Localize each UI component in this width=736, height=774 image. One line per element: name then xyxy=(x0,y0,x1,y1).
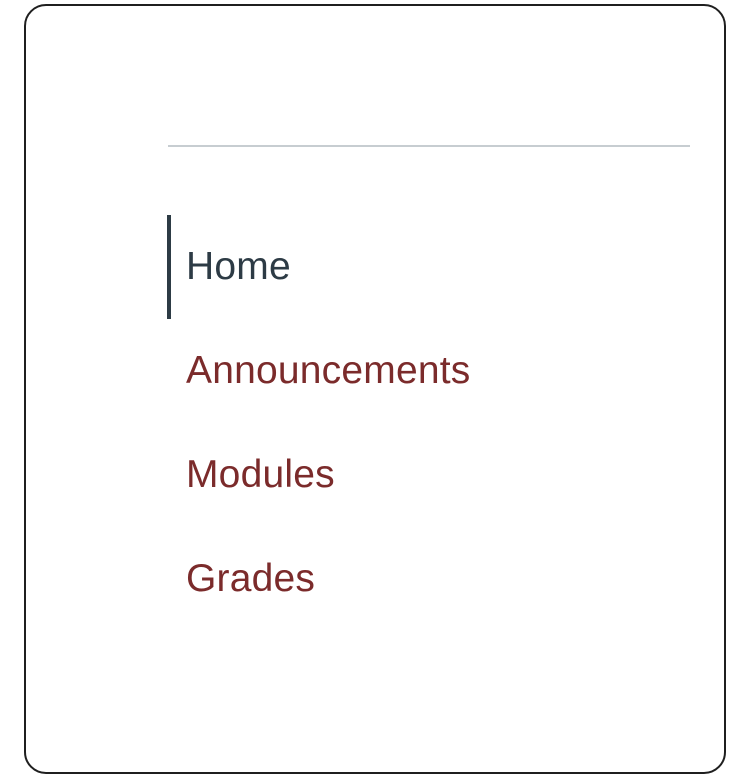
divider xyxy=(168,145,690,147)
nav-item-label: Grades xyxy=(186,557,316,600)
nav-item-home[interactable]: Home xyxy=(167,215,687,319)
nav-item-modules[interactable]: Modules xyxy=(167,423,687,527)
course-nav-list: Home Announcements Modules Grades xyxy=(167,215,687,631)
course-navigation-panel: Home Announcements Modules Grades xyxy=(24,4,726,774)
nav-item-announcements[interactable]: Announcements xyxy=(167,319,687,423)
nav-item-label: Home xyxy=(186,245,291,288)
nav-item-label: Announcements xyxy=(186,349,471,392)
nav-item-label: Modules xyxy=(186,453,335,496)
nav-item-grades[interactable]: Grades xyxy=(167,527,687,631)
